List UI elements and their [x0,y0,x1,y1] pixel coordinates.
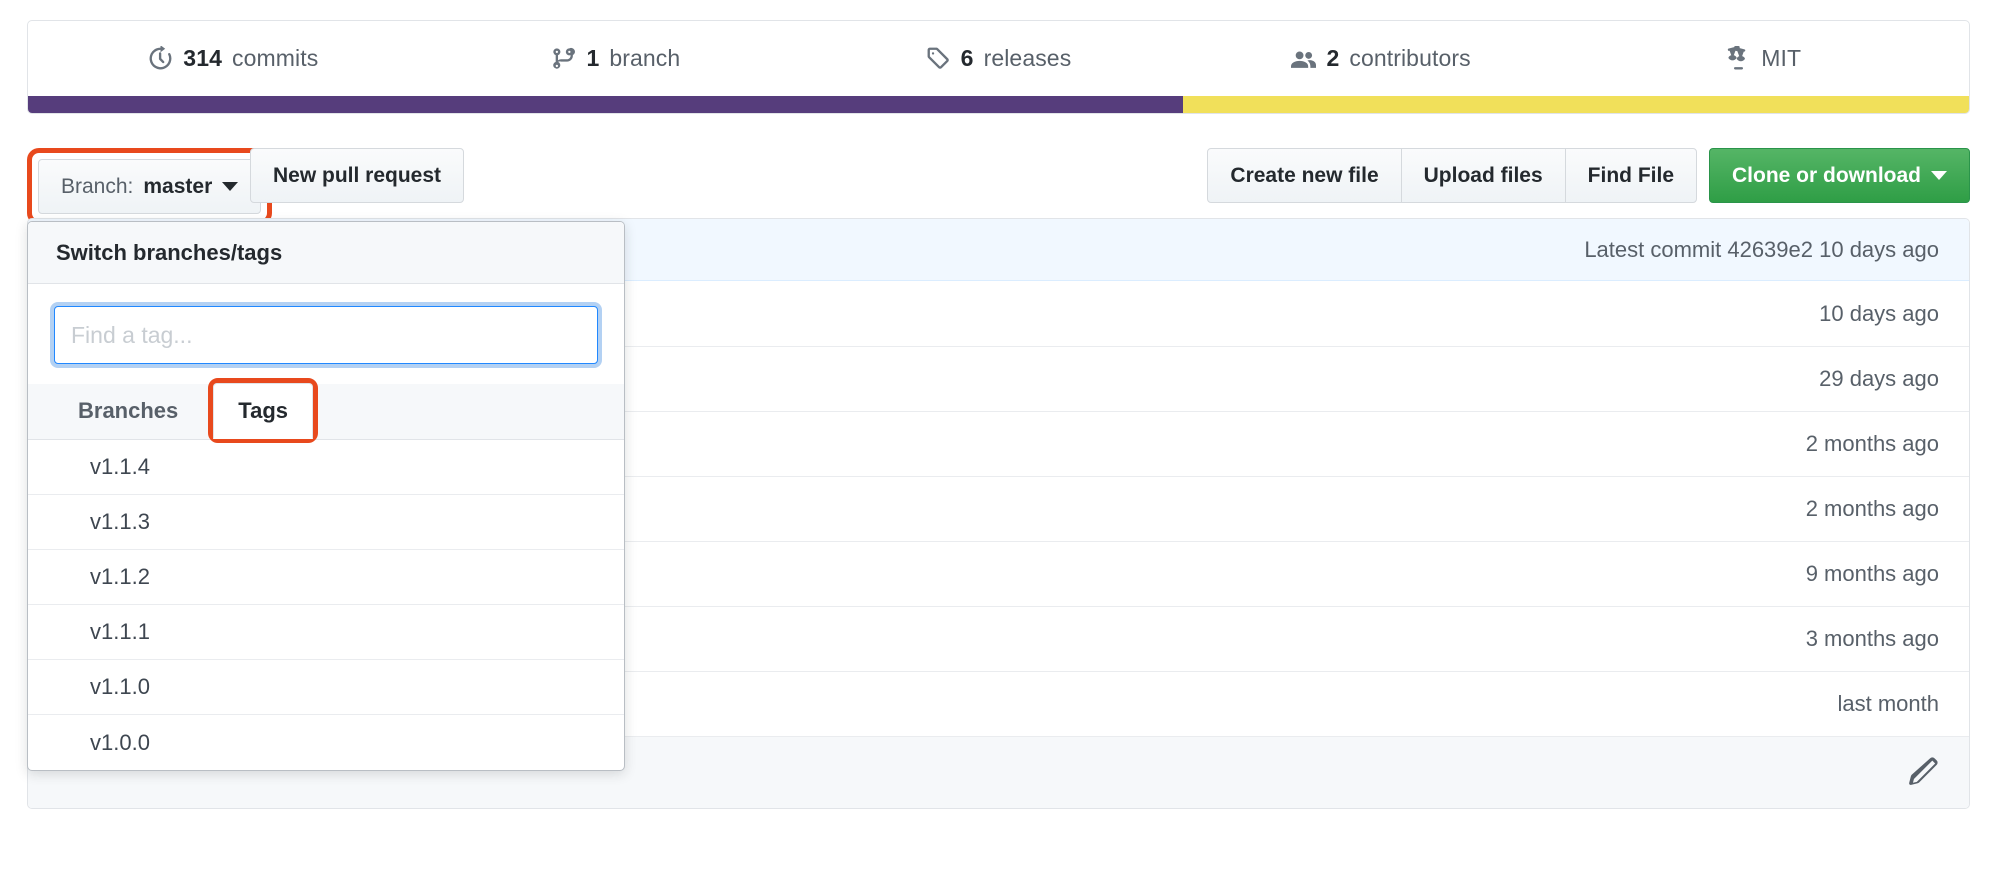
people-icon [1291,46,1316,71]
stat-branches-count: 1 [586,45,599,72]
tag-filter-input[interactable] [54,306,598,364]
stat-releases[interactable]: 6 releases [807,45,1190,72]
repo-stats-card: 314 commits 1 branch 6 releases 2 contri… [27,20,1970,114]
clone-or-download-button[interactable]: Clone or download [1709,148,1970,203]
tag-list-item[interactable]: v1.1.4 [28,440,624,495]
stat-branches[interactable]: 1 branch [425,45,808,72]
repo-actions-group: Create new file Upload files Find File C… [1207,148,1970,203]
stat-license-label: MIT [1761,45,1801,72]
stat-releases-label: releases [984,45,1072,72]
stat-license[interactable]: MIT [1572,45,1955,72]
language-segment-javascript[interactable] [1183,96,1969,113]
tag-list-item[interactable]: v1.1.2 [28,550,624,605]
tags-tab-annotation: Tags [208,378,318,443]
branch-button-annotation: Branch: master [27,148,272,225]
tag-list-item[interactable]: v1.1.0 [28,660,624,715]
language-segment-css[interactable] [28,96,1183,113]
repo-stats-row: 314 commits 1 branch 6 releases 2 contri… [28,21,1969,96]
commit-age: 3 months ago [1806,626,1939,652]
stat-commits[interactable]: 314 commits [42,45,425,72]
chevron-down-icon [222,182,238,191]
tab-tags[interactable]: Tags [213,383,313,439]
chevron-down-icon [1931,171,1947,180]
language-bar [28,96,1969,113]
tag-list: v1.1.4v1.1.3v1.1.2v1.1.1v1.1.0v1.0.0 [28,440,624,770]
latest-commit-text: Latest commit 42639e2 10 days ago [1584,237,1939,263]
commit-age: last month [1838,691,1940,717]
stat-contributors-label: contributors [1349,45,1470,72]
branch-prefix-label: Branch: [61,175,133,199]
find-file-button[interactable]: Find File [1565,148,1697,203]
tag-list-item[interactable]: v1.1.3 [28,495,624,550]
branch-name-label: master [143,175,212,199]
stat-contributors[interactable]: 2 contributors [1190,45,1573,72]
branch-select-button[interactable]: Branch: master [38,159,261,214]
branch-tag-dropdown: Switch branches/tags Branches Tags v1.1.… [27,221,625,771]
new-pull-request-button[interactable]: New pull request [250,148,464,203]
file-actions-button-group: Create new file Upload files Find File [1207,148,1697,203]
stat-commits-count: 314 [183,45,222,72]
stat-releases-count: 6 [961,45,974,72]
commit-age: 10 days ago [1819,301,1939,327]
stat-branches-label: branch [609,45,680,72]
pencil-icon[interactable] [1905,756,1939,790]
dropdown-tabs: Branches Tags [28,384,624,440]
dropdown-header: Switch branches/tags [28,222,624,284]
history-icon [148,46,173,71]
tag-icon [926,46,951,71]
commit-age: 9 months ago [1806,561,1939,587]
commit-age: 29 days ago [1819,366,1939,392]
commit-age: 2 months ago [1806,431,1939,457]
stat-contributors-count: 2 [1326,45,1339,72]
commit-age: 2 months ago [1806,496,1939,522]
branch-icon [551,46,576,71]
law-icon [1726,46,1751,71]
upload-files-button[interactable]: Upload files [1401,148,1566,203]
tab-branches[interactable]: Branches [54,383,202,439]
tag-list-item[interactable]: v1.0.0 [28,715,624,770]
repo-toolbar: Branch: master New pull request Create n… [27,148,1970,203]
stat-commits-label: commits [232,45,318,72]
tag-list-item[interactable]: v1.1.1 [28,605,624,660]
clone-or-download-label: Clone or download [1732,164,1921,188]
create-new-file-button[interactable]: Create new file [1207,148,1401,203]
dropdown-filter-wrapper [28,284,624,384]
